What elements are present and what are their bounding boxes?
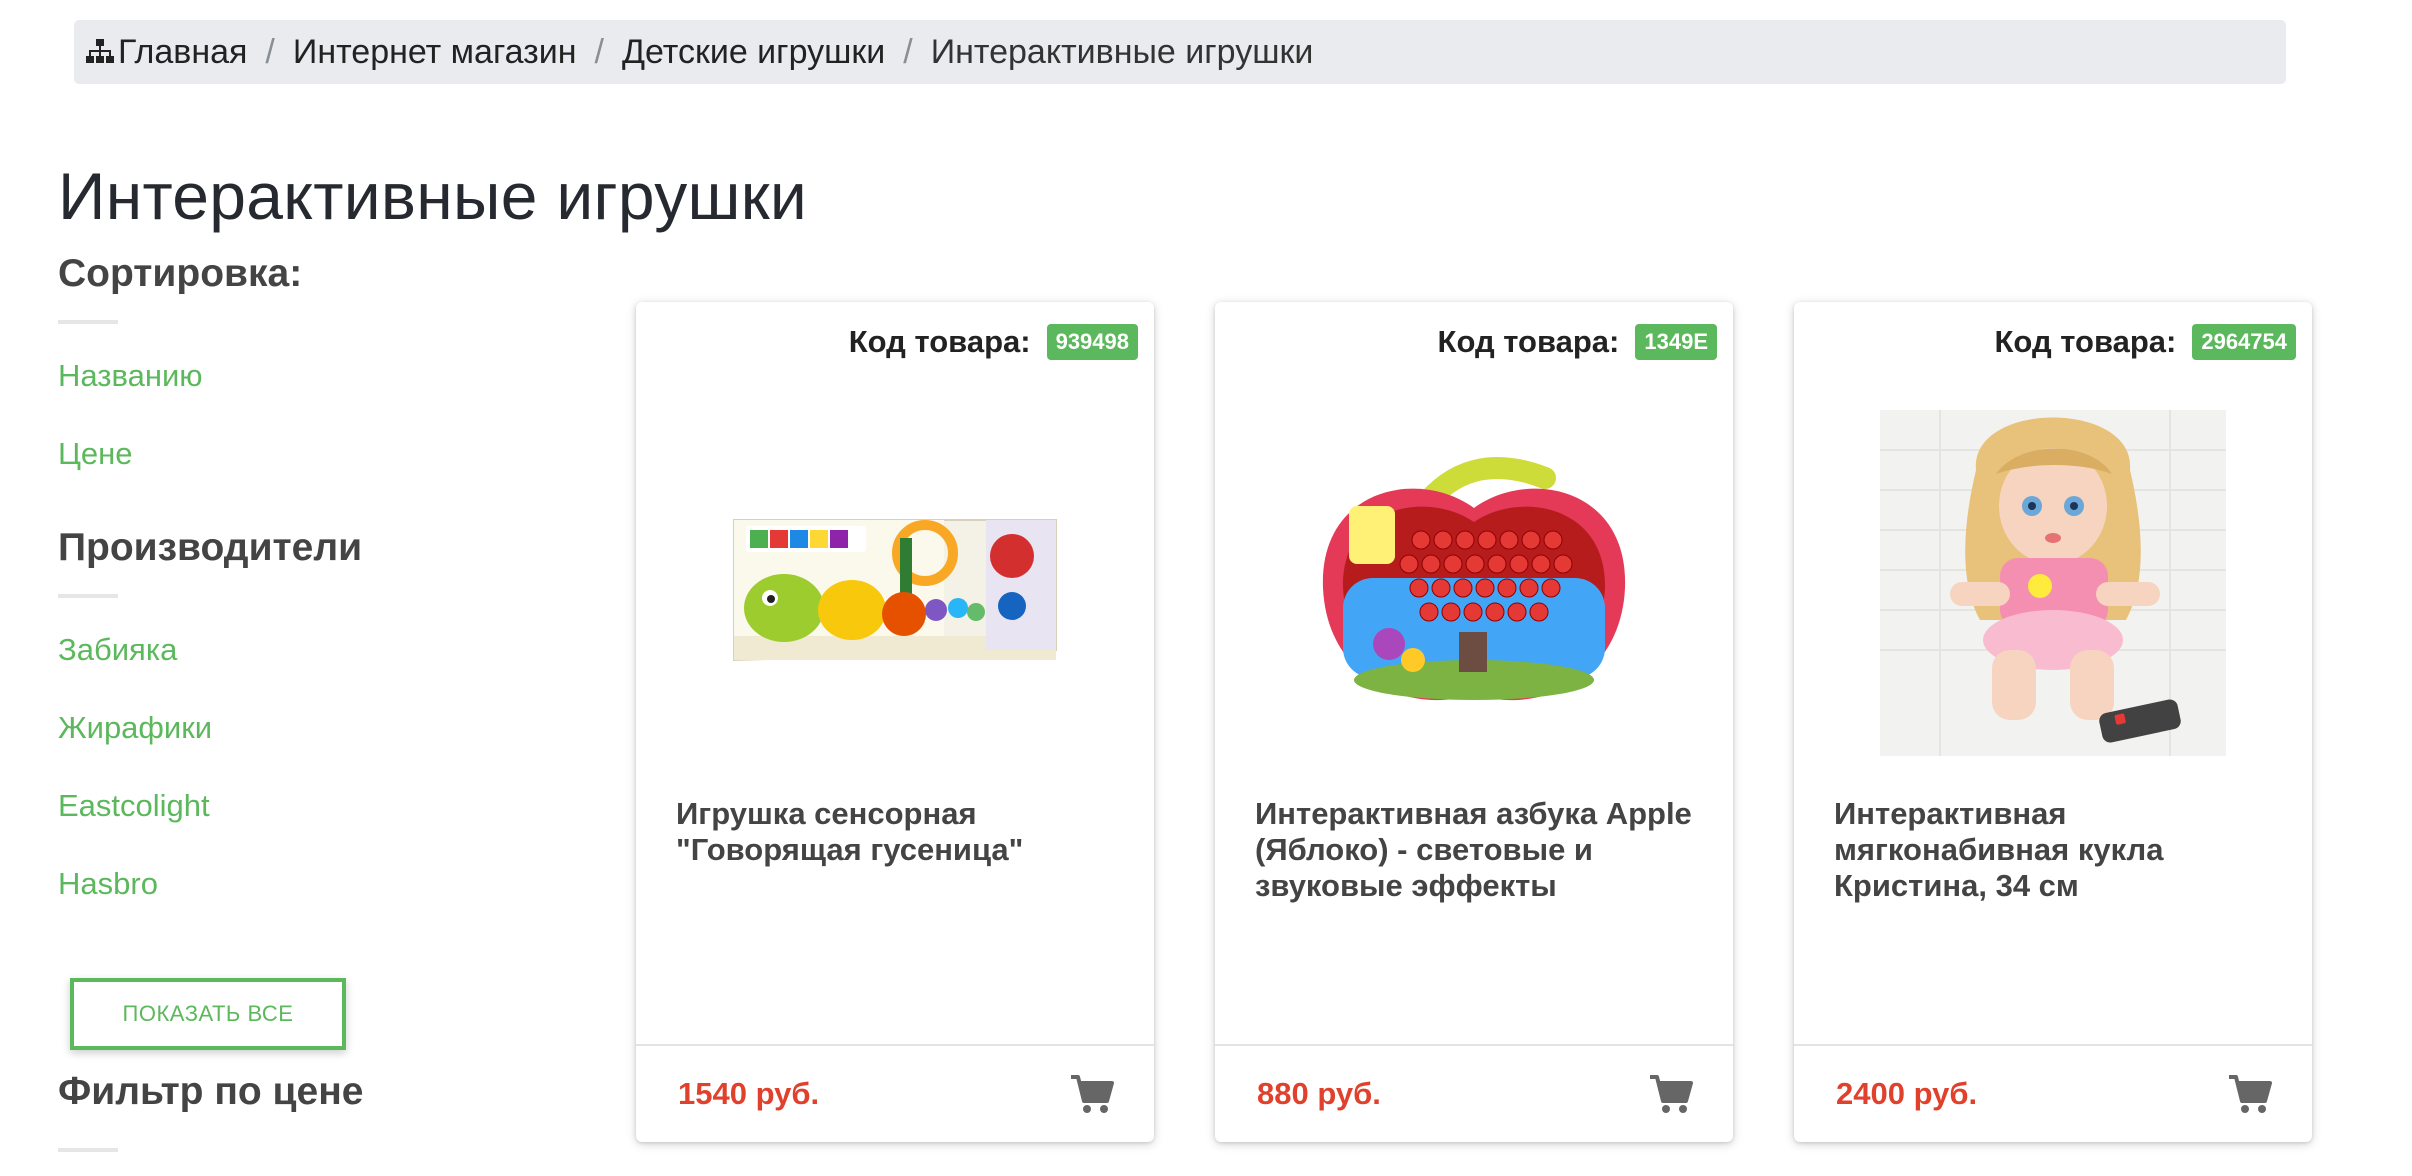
- product-image[interactable]: [1301, 410, 1647, 756]
- product-card[interactable]: Код товара: 1349E Интерактивная азбука A…: [1215, 302, 1733, 1142]
- sitemap-icon: [86, 39, 114, 63]
- sidebar: Сортировка: Названию Цене Производители …: [58, 252, 478, 1152]
- product-name[interactable]: Интерактивная мягконабивная кукла Кристи…: [1834, 796, 2282, 904]
- sort-by-price-link[interactable]: Цене: [58, 436, 478, 472]
- manufacturer-link[interactable]: Eastcolight: [58, 788, 478, 824]
- product-footer: 1540 руб.: [636, 1044, 1154, 1142]
- product-code-label: Код товара:: [848, 324, 1031, 359]
- caterpillar-toy-box-image: [733, 519, 1057, 662]
- product-name[interactable]: Игрушка сенсорная "Говорящая гусеница": [676, 796, 1124, 868]
- product-price: 880 руб.: [1257, 1076, 1381, 1111]
- page-title: Интерактивные игрушки: [58, 159, 808, 233]
- manufacturer-link[interactable]: Жирафики: [58, 710, 478, 746]
- product-card[interactable]: Код товара: 2964754 Интерактивная мягкон…: [1794, 302, 2312, 1142]
- product-code-label: Код товара:: [1437, 324, 1620, 359]
- manufacturer-link[interactable]: Hasbro: [58, 866, 478, 902]
- manufacturers-heading: Производители: [58, 526, 363, 569]
- breadcrumb-kids-toys[interactable]: Детские игрушки: [622, 33, 885, 72]
- product-name[interactable]: Интерактивная азбука Apple (Яблоко) - св…: [1255, 796, 1703, 904]
- show-all-button[interactable]: ПОКАЗАТЬ ВСЕ: [70, 978, 346, 1050]
- product-image[interactable]: [722, 410, 1068, 756]
- product-code-label: Код товара:: [1994, 324, 2177, 359]
- manufacturer-link[interactable]: Забияка: [58, 632, 478, 668]
- breadcrumb-separator: /: [594, 32, 604, 71]
- price-filter-heading: Фильтр по цене: [58, 1070, 364, 1113]
- product-footer: 2400 руб.: [1794, 1044, 2312, 1142]
- breadcrumb-home[interactable]: Главная: [118, 33, 247, 72]
- divider: [58, 594, 118, 598]
- breadcrumb-current: Интерактивные игрушки: [930, 32, 1314, 71]
- apple-alphabet-toy-image: [1322, 457, 1626, 701]
- breadcrumb-shop[interactable]: Интернет магазин: [293, 33, 577, 72]
- doll-image: [1880, 410, 2226, 756]
- product-code: Код товара: 1349E: [1438, 324, 1717, 360]
- sort-heading: Сортировка:: [58, 252, 303, 295]
- product-code-badge: 2964754: [2192, 324, 2296, 360]
- product-code: Код товара: 2964754: [1994, 324, 2296, 360]
- breadcrumb: Главная / Интернет магазин / Детские игр…: [74, 20, 2286, 84]
- product-image[interactable]: [1880, 410, 2226, 756]
- product-price: 2400 руб.: [1836, 1076, 1978, 1111]
- product-code-badge: 1349E: [1635, 324, 1717, 360]
- divider: [58, 320, 118, 324]
- cart-icon[interactable]: [1649, 1074, 1693, 1114]
- product-price: 1540 руб.: [678, 1076, 820, 1111]
- product-footer: 880 руб.: [1215, 1044, 1733, 1142]
- divider: [58, 1148, 118, 1152]
- cart-icon[interactable]: [1070, 1074, 1114, 1114]
- sort-by-name-link[interactable]: Названию: [58, 358, 478, 394]
- product-code-badge: 939498: [1046, 324, 1138, 360]
- product-card[interactable]: Код товара: 939498 Игрушка сенсорная "Го…: [636, 302, 1154, 1142]
- breadcrumb-separator: /: [903, 32, 913, 71]
- cart-icon[interactable]: [2228, 1074, 2272, 1114]
- breadcrumb-separator: /: [265, 32, 275, 71]
- product-code: Код товара: 939498: [849, 324, 1138, 360]
